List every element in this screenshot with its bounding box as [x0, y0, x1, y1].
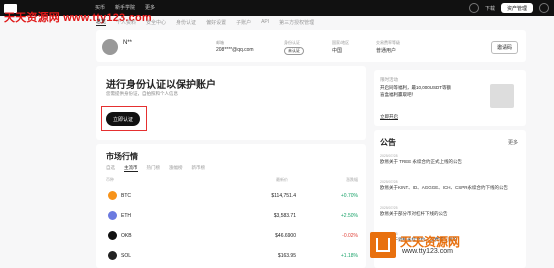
- market-row[interactable]: SOL $163.95 +1.18%: [106, 249, 358, 263]
- country-label: 国家/地区: [332, 40, 350, 45]
- coin-price: $3,583.71: [273, 213, 296, 219]
- coin-change: -0.02%: [342, 233, 358, 239]
- tab-verification[interactable]: 身份认证: [176, 19, 196, 26]
- search-icon[interactable]: [468, 3, 479, 13]
- top-right: 下载 资产管理: [468, 3, 549, 13]
- tab-security[interactable]: 安全中心: [146, 19, 166, 26]
- verify-card: 进行身份认证以保护账户 您需提供身份证，自拍照和个人信息 立即认证: [96, 66, 366, 140]
- gift-box-icon: [490, 84, 514, 108]
- coin-symbol: BTC: [121, 193, 131, 199]
- announcement-item[interactable]: 2025/07/25 欧易关于部分币对杠杆下线的公告: [380, 206, 520, 217]
- verify-title: 进行身份认证以保护账户: [106, 80, 216, 91]
- account-button[interactable]: 资产管理: [500, 3, 533, 13]
- announcement-text: 欧易关于部分币对杠杆下线的公告: [380, 211, 448, 216]
- market-header: 币种 最新价 涨跌幅: [106, 177, 358, 183]
- avatar[interactable]: [102, 39, 118, 55]
- market-row[interactable]: OKB $46.6900 -0.02%: [106, 229, 358, 243]
- verify-label: 身份认证: [284, 40, 300, 45]
- market-tab-gainers[interactable]: 涨幅榜: [169, 165, 183, 172]
- announcement-text: 欧易关于KINT、ID、AGGGE、ICH、CSPR永续合约下线的公告: [380, 185, 509, 190]
- coin-change: +0.70%: [340, 193, 358, 199]
- market-row[interactable]: ETH $3,583.71 +2.50%: [106, 209, 358, 223]
- tab-profile[interactable]: 个人资料: [116, 19, 136, 26]
- coin-change: +2.50%: [340, 213, 358, 219]
- username: N**: [123, 40, 133, 46]
- announcement-text: 欧易关于 TREE 永续合约正式上线的公告: [380, 159, 463, 164]
- announcement-date: 2025/07/25: [380, 206, 398, 210]
- house-logo-icon: [370, 232, 396, 258]
- coin-change: +1.18%: [340, 253, 358, 259]
- level-label: 交易费率等级: [376, 40, 400, 45]
- announcements-title: 公告: [380, 138, 396, 147]
- email-label: 邮箱: [216, 40, 224, 45]
- promo-line2: 盲盒福利赢取吧！: [380, 92, 416, 97]
- market-tab-new[interactable]: 新币榜: [192, 165, 206, 172]
- user-icon[interactable]: [539, 3, 549, 13]
- market-tabs: 自选 主流币 热门榜 涨幅榜 新币榜: [106, 165, 205, 172]
- coin-icon: [108, 211, 117, 220]
- promo-line1: 开启同等福利，最10,000USDT等额: [380, 85, 452, 90]
- coin-symbol: OKB: [121, 233, 132, 239]
- coin-price: $114,751.4: [271, 193, 296, 199]
- coin-icon: [108, 231, 117, 240]
- verify-subtitle: 您需提供身份证，自拍照和个人信息: [106, 91, 178, 96]
- country-value: 中国: [332, 48, 343, 54]
- col-price: 最新价: [276, 177, 288, 182]
- tab-subaccount[interactable]: 子账户: [236, 19, 251, 26]
- coin-icon: [108, 191, 117, 200]
- coin-price: $46.6900: [275, 233, 296, 239]
- coin-symbol: ETH: [121, 213, 131, 219]
- announcements-more-link[interactable]: 更多: [508, 139, 518, 146]
- coin-symbol: SOL: [121, 253, 132, 259]
- coin-icon: [108, 251, 117, 260]
- market-row[interactable]: BTC $114,751.4 +0.70%: [106, 189, 358, 203]
- market-title: 市场行情: [106, 152, 138, 161]
- market-tab-favorites[interactable]: 自选: [106, 165, 115, 172]
- profile-card: N** 邮箱 208****@qq.com 身份认证 未认证 国家/地区 中国 …: [96, 30, 526, 62]
- tab-preferences[interactable]: 偏好设置: [206, 19, 226, 26]
- level-value: 普通用户: [376, 48, 397, 54]
- tab-overview[interactable]: 总览: [96, 18, 107, 26]
- tab-third-party[interactable]: 第三方授权管理: [279, 19, 314, 26]
- watermark-bottom-url: www.tty123.com: [402, 248, 453, 255]
- tab-api[interactable]: API: [261, 19, 269, 25]
- market-tab-hot[interactable]: 热门榜: [147, 165, 161, 172]
- market-tab-main[interactable]: 主流币: [124, 165, 138, 172]
- promo-card[interactable]: 限时活动 开启同等福利，最10,000USDT等额 盲盒福利赢取吧！ 立即开启: [374, 70, 526, 126]
- verify-badge[interactable]: 未认证: [284, 47, 304, 55]
- announcement-date: 2025/07/28: [380, 180, 398, 184]
- account-tabs: 总览 个人资料 安全中心 身份认证 偏好设置 子账户 API 第三方授权管理: [96, 16, 314, 28]
- invite-button[interactable]: 邀请码: [490, 41, 518, 54]
- coin-price: $163.95: [277, 253, 296, 259]
- announcement-item[interactable]: 2025/07/28 欧易关于 TREE 永续合约正式上线的公告: [380, 154, 520, 165]
- email-value: 208****@qq.com: [216, 47, 254, 53]
- col-coin: 币种: [106, 177, 114, 182]
- verify-now-button[interactable]: 立即认证: [106, 112, 140, 126]
- announcement-date: 2025/07/28: [380, 154, 398, 158]
- download-link[interactable]: 下载: [485, 5, 495, 12]
- promo-link[interactable]: 立即开启: [380, 114, 398, 120]
- col-change: 涨跌幅: [346, 177, 358, 182]
- market-card: 市场行情 自选 主流币 热门榜 涨幅榜 新币榜 币种 最新价 涨跌幅 BTC $1…: [96, 144, 366, 268]
- announcement-item[interactable]: 2025/07/28 欧易关于KINT、ID、AGGGE、ICH、CSPR永续合约…: [380, 180, 520, 191]
- promo-label: 限时活动: [380, 77, 398, 82]
